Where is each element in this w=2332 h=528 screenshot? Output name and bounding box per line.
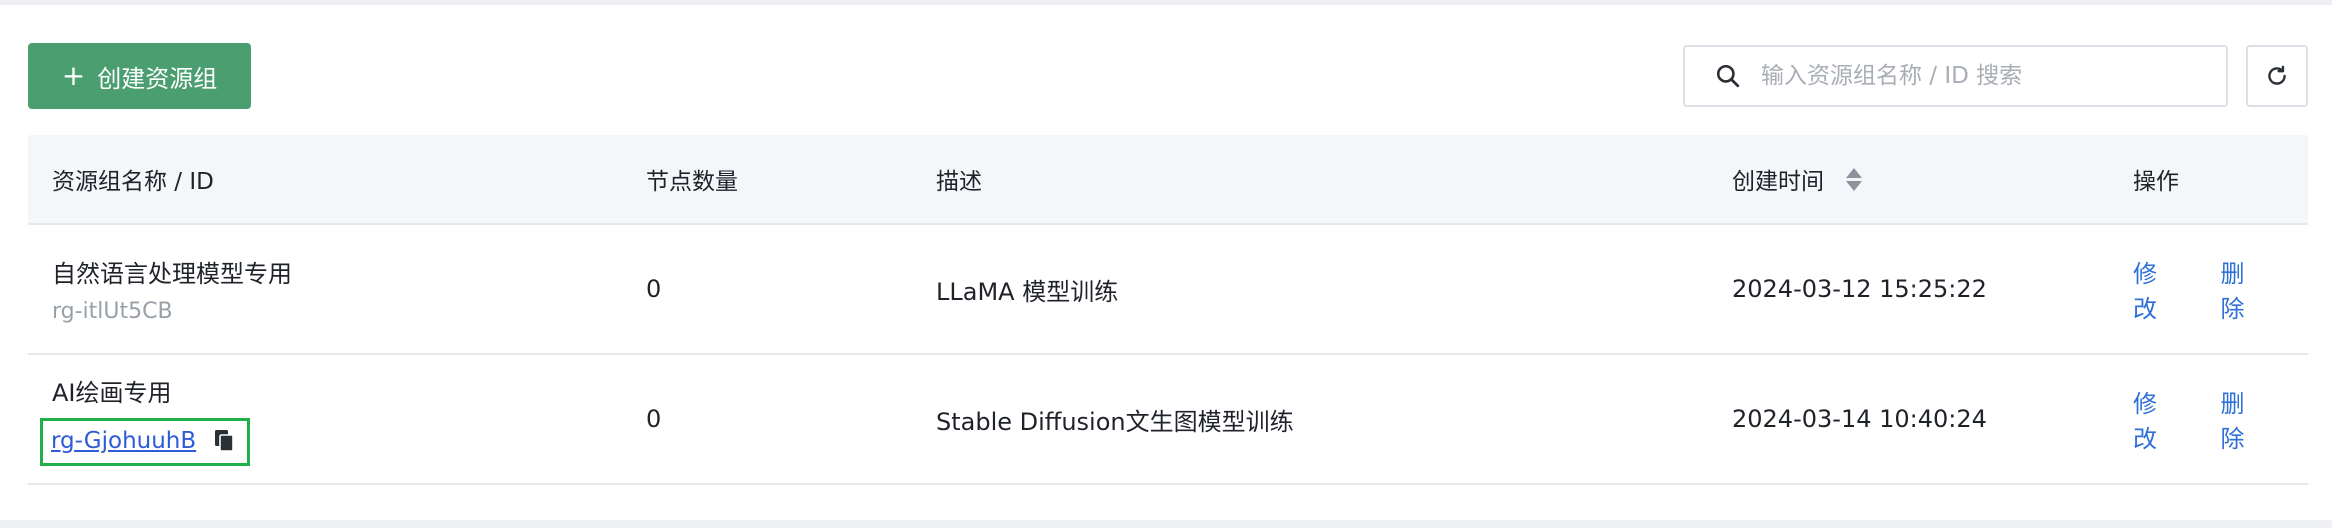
search-box[interactable] — [1683, 45, 2228, 107]
name-id-stack: 自然语言处理模型专用 rg-itlUt5CB — [52, 254, 292, 324]
copy-icon[interactable] — [214, 429, 236, 453]
row-name-cell: 自然语言处理模型专用 rg-itlUt5CB — [52, 225, 292, 353]
resource-group-id-link[interactable]: rg-GjohuuhB — [51, 428, 196, 454]
resource-group-table: 资源组名称 / ID 节点数量 描述 创建时间 操作 自然语言处理模型专用 rg… — [28, 135, 2308, 485]
resource-group-name: 自然语言处理模型专用 — [52, 260, 292, 288]
plus-icon: + — [61, 59, 86, 92]
resource-group-panel: + 创建资源组 资源组名称 / ID 节点数量 描述 创建时间 — [0, 5, 2332, 520]
search-input[interactable] — [1761, 63, 2226, 89]
row-name-cell: AI绘画专用 rg-GjohuuhB — [40, 355, 250, 483]
column-header-name: 资源组名称 / ID — [52, 169, 214, 195]
refresh-button[interactable] — [2246, 45, 2308, 107]
toolbar: + 创建资源组 — [28, 43, 2308, 109]
highlighted-id-box: rg-GjohuuhB — [40, 417, 250, 466]
column-header-description: 描述 — [936, 169, 982, 195]
table-row: AI绘画专用 rg-GjohuuhB 0 Stable Diffusion文生图… — [28, 355, 2308, 485]
edit-link[interactable]: 修改 — [2133, 384, 2179, 454]
table-row: 自然语言处理模型专用 rg-itlUt5CB 0 LLaMA 模型训练 2024… — [28, 225, 2308, 355]
resource-group-name: AI绘画专用 — [52, 378, 172, 407]
description: Stable Diffusion文生图模型训练 — [936, 407, 1294, 436]
delete-link[interactable]: 删除 — [2221, 384, 2267, 454]
name-id-stack: AI绘画专用 rg-GjohuuhB — [40, 373, 250, 466]
row-actions: 修改 删除 — [2133, 355, 2308, 483]
created-time: 2024-03-14 10:40:24 — [1732, 405, 1987, 433]
created-time-label: 创建时间 — [1732, 169, 1824, 195]
column-header-created-time[interactable]: 创建时间 — [1732, 135, 1862, 223]
column-header-nodes: 节点数量 — [646, 169, 738, 195]
search-icon — [1716, 64, 1740, 88]
refresh-icon — [2268, 65, 2286, 85]
description: LLaMA 模型训练 — [936, 277, 1119, 306]
resource-group-id: rg-itlUt5CB — [52, 299, 173, 324]
create-button-label: 创建资源组 — [97, 64, 218, 93]
sort-icon[interactable] — [1846, 167, 1862, 191]
node-count: 0 — [646, 405, 662, 433]
node-count: 0 — [646, 275, 662, 303]
created-time: 2024-03-12 15:25:22 — [1732, 275, 1987, 303]
edit-link[interactable]: 修改 — [2133, 254, 2179, 324]
delete-link[interactable]: 删除 — [2221, 254, 2267, 324]
column-header-actions: 操作 — [2133, 169, 2179, 195]
create-resource-group-button[interactable]: + 创建资源组 — [28, 43, 251, 109]
row-actions: 修改 删除 — [2133, 225, 2308, 353]
table-header: 资源组名称 / ID 节点数量 描述 创建时间 操作 — [28, 135, 2308, 225]
